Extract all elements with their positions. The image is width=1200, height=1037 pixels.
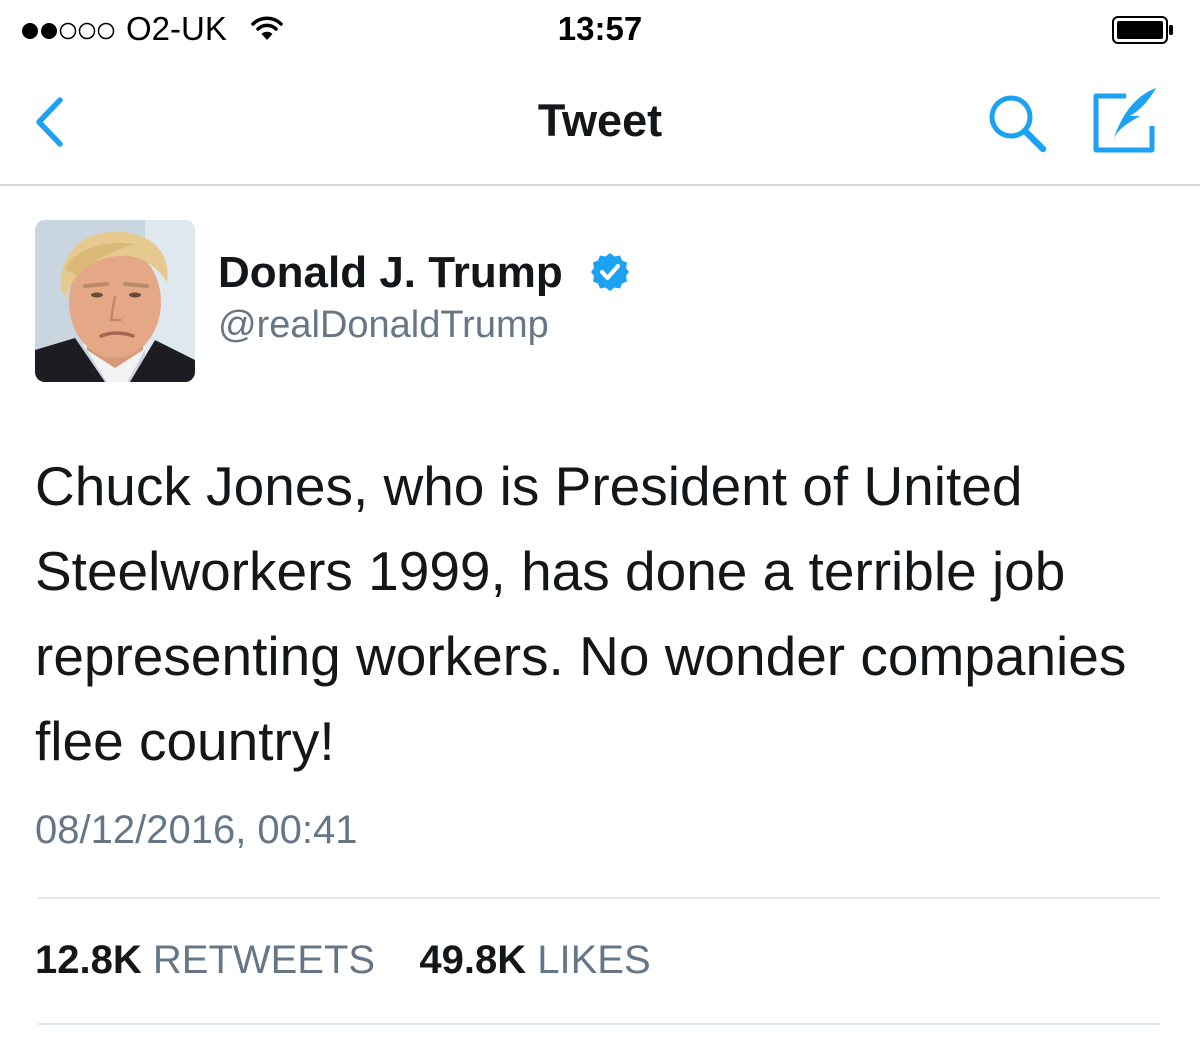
author-handle[interactable]: @realDonaldTrump — [218, 304, 549, 347]
tweet-text: Chuck Jones, who is President of United … — [35, 455, 1127, 772]
profile-avatar[interactable] — [35, 220, 195, 382]
likes-stat[interactable]: 49.8K LIKES — [408, 938, 650, 982]
author-display-name[interactable]: Donald J. Trump — [218, 248, 563, 298]
divider — [38, 1023, 1160, 1025]
engagement-stats: 12.8K RETWEETS 49.8K LIKES — [35, 938, 651, 983]
tweet-detail-screen: O2-UK 13:57 Tweet Donald J. Trump @realD… — [0, 0, 1200, 1037]
search-icon[interactable] — [984, 90, 1050, 156]
divider — [38, 897, 1160, 899]
battery-icon — [1112, 16, 1173, 44]
verified-badge-icon — [591, 253, 629, 291]
status-clock: 13:57 — [557, 10, 643, 47]
retweets-count: 12.8K — [35, 938, 142, 982]
retweets-label: RETWEETS — [152, 938, 376, 982]
tweet-timestamp: 08/12/2016, 00:41 — [35, 808, 358, 852]
status-bar: O2-UK 13:57 — [0, 0, 1200, 62]
retweets-stat[interactable]: 12.8K RETWEETS — [35, 938, 386, 982]
navigation-bar: Tweet — [0, 62, 1200, 186]
likes-label: LIKES — [537, 938, 651, 982]
compose-icon[interactable] — [1090, 86, 1160, 156]
likes-count: 49.8K — [419, 938, 527, 982]
